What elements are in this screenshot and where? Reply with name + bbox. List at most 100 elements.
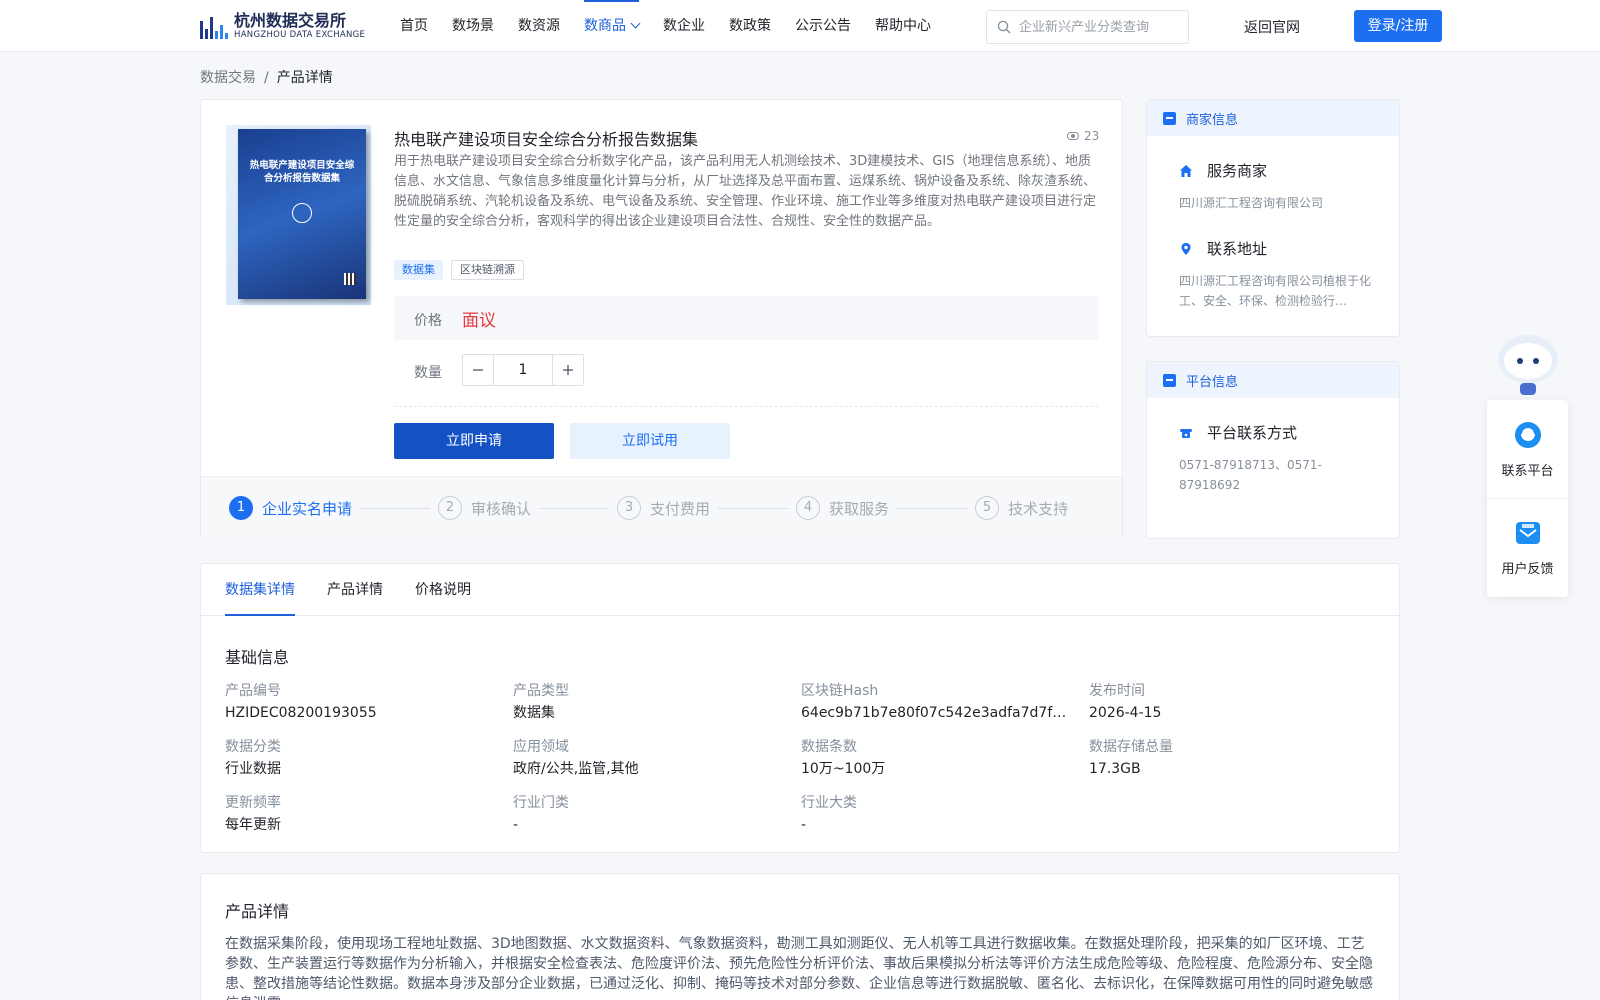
user-feedback-button[interactable]: 用户反馈 (1487, 498, 1568, 596)
price-label: 价格 (414, 313, 442, 329)
divider (394, 406, 1098, 407)
site-logo[interactable]: 杭州数据交易所 HANGZHOU DATA EXCHANGE (200, 10, 365, 42)
nav-products[interactable]: 数商品 (572, 0, 651, 52)
service-merchant-label: 服务商家 (1207, 162, 1268, 180)
step-2: 2 审核确认 (438, 496, 531, 520)
nav-enterprises[interactable]: 数企业 (651, 0, 717, 52)
platform-icon (1163, 373, 1176, 387)
field-value: 17.3GB (1089, 761, 1141, 777)
field-label: 更新频率 (225, 795, 281, 811)
field-value: 政府/公共,监管,其他 (513, 761, 639, 777)
address-value: 四川源汇工程咨询有限公司植根于化工、安全、环保、检测检验行… (1179, 274, 1372, 308)
view-count: 23 (1067, 129, 1099, 143)
field-industry-section: 行业门类 - (513, 793, 783, 835)
field-record-count: 数据条数 10万~100万 (801, 737, 1071, 779)
field-storage-size: 数据存储总量 17.3GB (1089, 737, 1359, 779)
breadcrumb-root[interactable]: 数据交易 (200, 70, 256, 86)
mail-feedback-icon (1515, 522, 1540, 544)
step-label: 技术支持 (1008, 499, 1069, 518)
platform-contact-label: 平台联系方式 (1207, 424, 1298, 442)
book-cover: 热电联产建设项目安全综合分析报告数据集 (238, 129, 366, 299)
step-connector (539, 507, 610, 509)
field-industry-division: 行业大类 - (801, 793, 1071, 835)
nav-home[interactable]: 首页 (388, 0, 440, 52)
qr-code-icon (344, 273, 356, 285)
platform-contact-phones: 0571-87918713、0571-87918692 (1179, 458, 1322, 492)
platform-info-header: 平台信息 (1147, 362, 1399, 398)
location-pin-icon (1181, 242, 1191, 255)
field-value: 10万~100万 (801, 761, 886, 777)
logo-name: 杭州数据交易所 (234, 11, 347, 30)
try-now-button[interactable]: 立即试用 (570, 423, 730, 459)
address-label: 联系地址 (1207, 240, 1268, 258)
field-application-domain: 应用领域 政府/公共,监管,其他 (513, 737, 783, 779)
search-input[interactable] (1019, 19, 1179, 35)
breadcrumb: 数据交易 / 产品详情 (200, 67, 333, 87)
field-value[interactable]: 64ec9b71b7e80f07c542e3adfa7d7f0c2d3… (801, 703, 1071, 723)
step-4: 4 获取服务 (796, 496, 889, 520)
nav-scenes[interactable]: 数场景 (440, 0, 506, 52)
step-number: 1 (229, 496, 253, 520)
floating-panel: 联系平台 用户反馈 (1487, 400, 1568, 597)
breadcrumb-current: 产品详情 (276, 70, 333, 86)
field-update-frequency: 更新频率 每年更新 (225, 793, 495, 835)
step-label: 审核确认 (471, 499, 532, 518)
detail-tabs: 数据集详情 产品详情 价格说明 (201, 564, 1399, 616)
tab-dataset-detail[interactable]: 数据集详情 (225, 564, 295, 616)
platform-contact-heading: 平台联系方式 (1179, 422, 1297, 443)
search-icon[interactable] (997, 20, 1011, 34)
step-5: 5 技术支持 (975, 496, 1068, 520)
field-value: 行业数据 (225, 761, 281, 777)
tab-price-info[interactable]: 价格说明 (415, 564, 471, 616)
basic-info-title: 基础信息 (225, 648, 290, 667)
price-box: 价格 面议 (394, 296, 1098, 340)
user-feedback-label: 用户反馈 (1501, 562, 1554, 577)
merchant-info-card: 商家信息 服务商家 四川源汇工程咨询有限公司 联系地址 四川源汇工程咨询有限公司… (1146, 99, 1400, 337)
login-register-button[interactable]: 登录/注册 (1354, 10, 1442, 42)
field-value: 每年更新 (225, 817, 281, 833)
merchant-info-header: 商家信息 (1147, 100, 1399, 136)
field-label: 发布时间 (1089, 683, 1145, 699)
search-box[interactable] (986, 10, 1189, 44)
apply-now-button[interactable]: 立即申请 (394, 423, 554, 459)
shop-icon (1163, 111, 1176, 125)
field-blockchain-hash: 区块链Hash 64ec9b71b7e80f07c542e3adfa7d7f0c2… (801, 681, 1071, 723)
minus-icon[interactable] (463, 355, 493, 385)
quantity-value[interactable]: 1 (493, 355, 553, 385)
platform-info-title: 平台信息 (1186, 374, 1239, 390)
field-value: - (801, 817, 807, 833)
plus-icon[interactable] (553, 355, 583, 385)
logo-name-en: HANGZHOU DATA EXCHANGE (234, 30, 366, 40)
step-number: 3 (617, 496, 642, 520)
assistant-robot-icon[interactable] (1490, 325, 1566, 401)
tag-blockchain: 区块链溯源 (451, 260, 524, 280)
main-nav: 首页 数场景 数资源 数商品 数企业 数政策 公示公告 帮助中心 (388, 0, 943, 52)
back-to-site-link[interactable]: 返回官网 (1244, 17, 1300, 37)
service-merchant-name[interactable]: 四川源汇工程咨询有限公司 (1179, 193, 1373, 213)
quantity-stepper: 1 (462, 354, 584, 386)
contact-platform-button[interactable]: 联系平台 (1487, 400, 1568, 498)
product-tags: 数据集 区块链溯源 (394, 260, 524, 280)
customer-service-icon (1514, 421, 1541, 448)
step-connector (718, 507, 789, 509)
tab-product-detail[interactable]: 产品详情 (327, 564, 383, 616)
field-value: HZIDEC08200193055 (225, 705, 377, 721)
field-label: 行业大类 (801, 795, 857, 811)
step-number: 5 (975, 496, 1000, 520)
product-description: 用于热电联产建设项目安全综合分析数字化产品，该产品利用无人机测绘技术、3D建模技… (394, 154, 1097, 229)
product-title: 热电联产建设项目安全综合分析报告数据集 (394, 130, 699, 149)
contact-platform-label: 联系平台 (1501, 463, 1554, 479)
field-label: 产品编号 (225, 683, 281, 699)
nav-help[interactable]: 帮助中心 (863, 0, 943, 52)
dataset-detail-card: 数据集详情 产品详情 价格说明 基础信息 产品编号 HZIDEC082001930… (200, 563, 1400, 853)
field-value: 数据集 (513, 705, 555, 721)
quantity-label: 数量 (414, 365, 442, 381)
nav-announcements[interactable]: 公示公告 (783, 0, 863, 52)
nav-policies[interactable]: 数政策 (717, 0, 783, 52)
nav-resources[interactable]: 数资源 (506, 0, 572, 52)
field-value: 2026-4-15 (1089, 705, 1162, 721)
view-count-value: 23 (1084, 129, 1100, 143)
platform-info-card: 平台信息 平台联系方式 0571-87918713、0571-87918692 (1146, 361, 1400, 539)
tag-dataset: 数据集 (394, 260, 443, 280)
chevron-down-icon (630, 18, 641, 29)
